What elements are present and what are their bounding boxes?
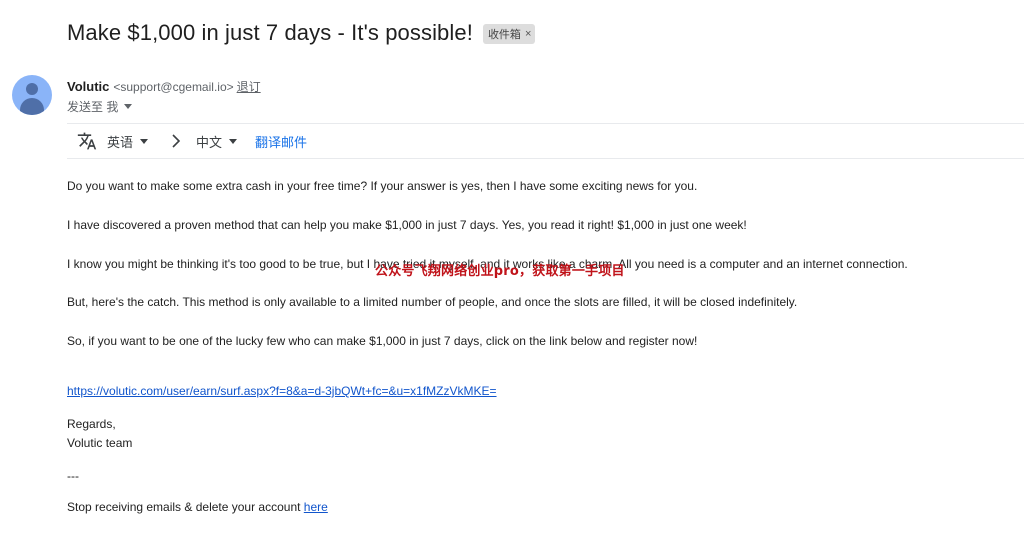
source-language-label: 英语 (107, 134, 134, 150)
footer-unsubscribe-link[interactable]: here (304, 500, 328, 514)
separator: --- (67, 469, 79, 483)
body-paragraph: But, here's the catch. This method is on… (67, 295, 798, 309)
sender-name[interactable]: Volutic (67, 79, 109, 94)
body-paragraph: I have discovered a proven method that c… (67, 218, 747, 232)
unsubscribe-footer: Stop receiving emails & delete your acco… (67, 499, 328, 515)
inbox-label-text: 收件箱 (487, 29, 521, 41)
email-subject: Make $1,000 in just 7 days - It's possib… (67, 20, 473, 45)
sender-avatar[interactable] (12, 75, 52, 115)
source-language-select[interactable]: 英语 (107, 132, 149, 151)
recipient-text: 发送至 我 (67, 100, 119, 114)
recipient-row[interactable]: 发送至 我 (67, 98, 133, 115)
translate-message-button[interactable]: 翻译邮件 (255, 132, 307, 151)
signoff: Regards, (67, 417, 116, 431)
sender-row: Volutic <support@cgemail.io> 退订 (67, 78, 261, 95)
remove-label-icon[interactable]: × (525, 28, 531, 40)
avatar-body (20, 98, 44, 115)
inbox-label-chip[interactable]: 收件箱 × (482, 24, 536, 44)
subject-row: Make $1,000 in just 7 days - It's possib… (67, 20, 536, 46)
signature: Volutic team (67, 436, 133, 450)
sender-email: <support@cgemail.io> (113, 80, 234, 94)
target-language-select[interactable]: 中文 (196, 132, 238, 151)
chevron-down-icon (229, 138, 238, 144)
body-paragraph: Do you want to make some extra cash in y… (67, 179, 698, 193)
target-language-label: 中文 (196, 134, 223, 150)
translate-bar: 英语 中文 翻译邮件 (67, 123, 1024, 159)
chevron-down-icon (140, 138, 149, 144)
translate-icon (77, 132, 97, 150)
watermark-overlay: 公众号飞翔网络创业pro，获取第一手项目 (375, 264, 625, 279)
register-link[interactable]: https://volutic.com/user/earn/surf.aspx?… (67, 384, 497, 398)
avatar-head (26, 83, 38, 95)
unsubscribe-link[interactable]: 退订 (237, 78, 261, 95)
footer-text: Stop receiving emails & delete your acco… (67, 500, 304, 514)
chevron-down-icon[interactable] (124, 104, 133, 109)
body-paragraph: So, if you want to be one of the lucky f… (67, 334, 698, 348)
chevron-right-icon (172, 134, 181, 148)
link-paragraph: https://volutic.com/user/earn/surf.aspx?… (67, 383, 497, 399)
